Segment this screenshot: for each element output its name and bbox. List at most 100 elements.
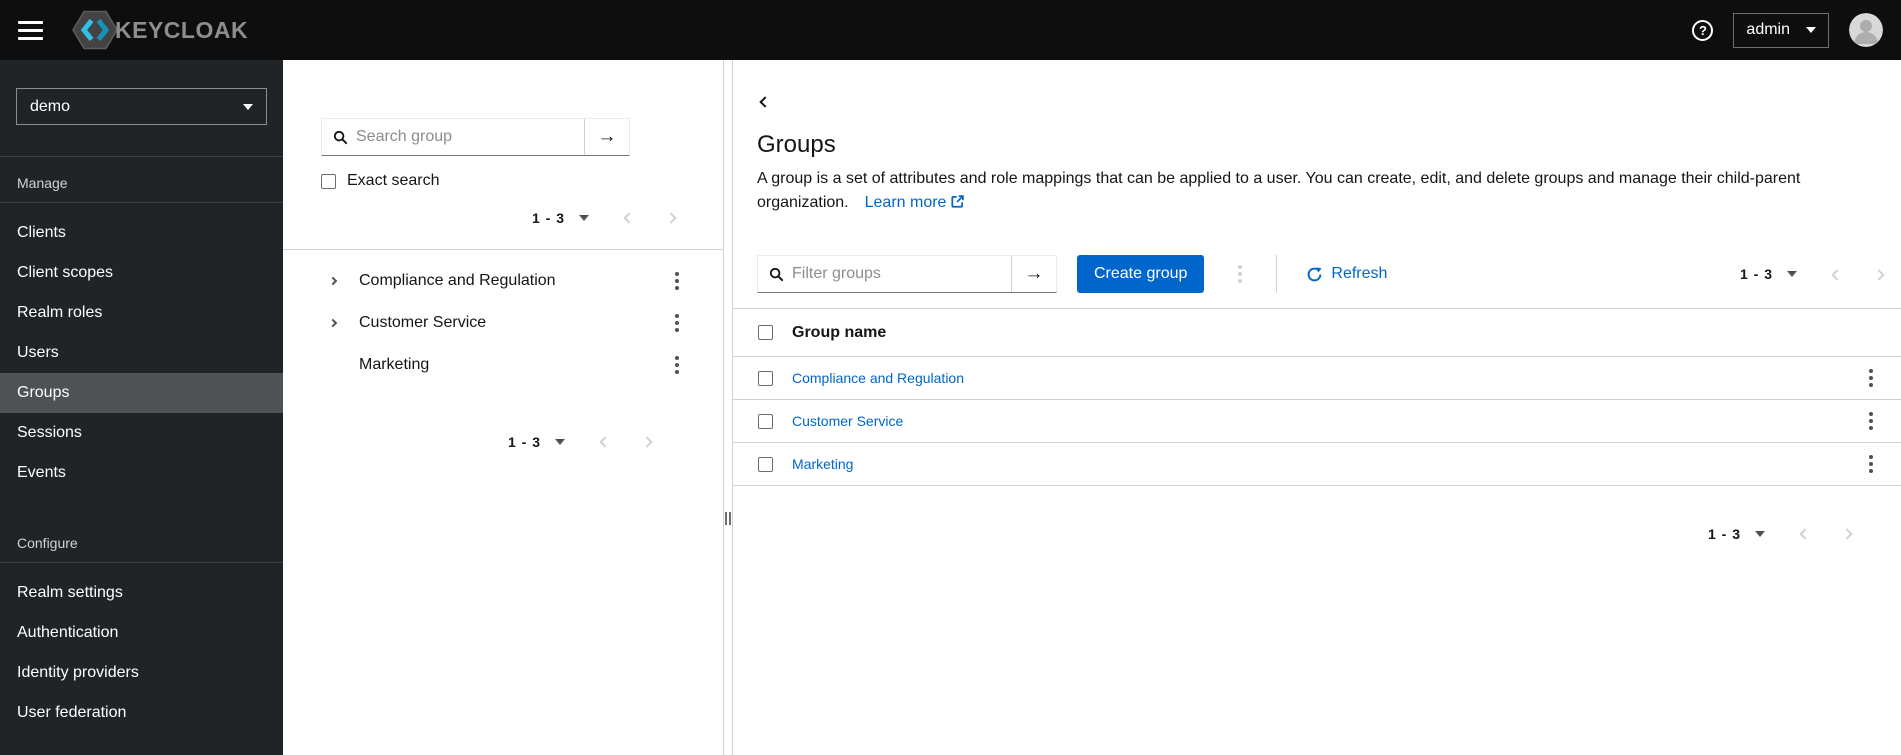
caret-down-icon: [555, 438, 565, 445]
kebab-menu-button[interactable]: [667, 309, 687, 337]
group-link[interactable]: Marketing: [792, 456, 853, 472]
tree-item-label[interactable]: Compliance and Regulation: [359, 272, 556, 290]
keycloak-hexagon-icon: [72, 10, 118, 50]
tree-pagination-top: 1 - 3: [283, 206, 723, 229]
table-row: Compliance and Regulation: [733, 357, 1901, 400]
chevron-right-icon: [641, 436, 653, 448]
tree-item: Marketing: [283, 344, 723, 386]
search-submit-button[interactable]: →: [584, 119, 629, 155]
chevron-left-icon: [759, 96, 771, 108]
caret-down-icon: [1787, 271, 1797, 277]
pagination-range: 1 - 3: [507, 433, 541, 450]
search-icon: [758, 267, 786, 282]
pagination-next-button[interactable]: [663, 206, 679, 229]
tree-item-label[interactable]: Marketing: [359, 356, 429, 374]
table-row: Marketing: [733, 443, 1901, 486]
row-checkbox[interactable]: [758, 370, 773, 386]
create-group-button[interactable]: Create group: [1077, 255, 1205, 293]
sidebar-item-user-federation[interactable]: User federation: [0, 693, 283, 733]
groups-toolbar: → Create group Refresh 1 - 3: [757, 255, 1887, 293]
expand-toggle-button[interactable]: [328, 276, 342, 286]
nav-toggle-button[interactable]: [16, 17, 45, 44]
kebab-menu-button[interactable]: [1861, 450, 1881, 478]
row-checkbox[interactable]: [758, 456, 773, 472]
collapse-tree-button[interactable]: [755, 90, 775, 113]
kebab-menu-button[interactable]: [1861, 364, 1881, 392]
pagination-prev-button[interactable]: [597, 430, 613, 453]
chevron-right-icon: [1873, 268, 1885, 281]
sidebar-item-realm-settings[interactable]: Realm settings: [0, 573, 283, 613]
sidebar-item-groups[interactable]: Groups: [0, 373, 283, 413]
sidebar-item-authentication[interactable]: Authentication: [0, 613, 283, 653]
divider: [1276, 255, 1278, 293]
refresh-label: Refresh: [1331, 265, 1388, 282]
divider: [283, 249, 723, 250]
page-title: Groups: [757, 131, 836, 158]
caret-down-icon: [579, 214, 589, 221]
groups-tree-panel: → Exact search 1 - 3 Compliance an: [283, 60, 723, 755]
kebab-menu-button[interactable]: [667, 267, 687, 295]
pagination-next-button[interactable]: [1871, 263, 1887, 286]
kebab-menu-button[interactable]: [1861, 407, 1881, 435]
table-pagination-bottom: 1 - 3: [733, 522, 1901, 545]
pagination-menu-toggle[interactable]: 1 - 3: [508, 432, 565, 452]
nav-section-configure: Configure Realm settings Authentication …: [0, 517, 283, 733]
user-menu-dropdown[interactable]: admin: [1733, 12, 1829, 48]
filter-groups-input[interactable]: [786, 265, 1011, 283]
arrow-right-icon: →: [597, 126, 617, 147]
sidebar-item-sessions[interactable]: Sessions: [0, 413, 283, 453]
chevron-left-icon: [1831, 268, 1843, 281]
expand-toggle-button[interactable]: [328, 318, 342, 328]
learn-more-link[interactable]: Learn more: [865, 194, 965, 211]
user-menu-label: admin: [1746, 21, 1790, 38]
sidebar-item-events[interactable]: Events: [0, 453, 283, 493]
exact-search-row: Exact search: [321, 172, 723, 190]
sidebar-item-realm-roles[interactable]: Realm roles: [0, 293, 283, 333]
sidebar-item-identity-providers[interactable]: Identity providers: [0, 653, 283, 693]
select-all-checkbox[interactable]: [758, 325, 773, 340]
exact-search-label: Exact search: [347, 172, 440, 189]
pagination-next-button[interactable]: [1839, 522, 1855, 545]
group-link[interactable]: Compliance and Regulation: [792, 370, 964, 386]
chevron-right-icon: [665, 212, 677, 224]
sidebar-item-clients[interactable]: Clients: [0, 213, 283, 253]
kebab-menu-button[interactable]: [667, 351, 687, 379]
exact-search-checkbox[interactable]: [321, 173, 336, 189]
help-icon: ?: [1692, 19, 1714, 41]
avatar[interactable]: [1849, 13, 1883, 47]
nav-section-title: Manage: [17, 175, 68, 191]
chevron-right-icon: [328, 318, 338, 328]
pagination-next-button[interactable]: [639, 430, 655, 453]
chevron-left-icon: [1799, 528, 1811, 540]
filter-submit-button[interactable]: →: [1011, 256, 1056, 292]
help-button[interactable]: ?: [1692, 19, 1714, 41]
nav-section-title: Configure: [17, 535, 78, 551]
pagination-prev-button[interactable]: [1797, 522, 1813, 545]
pagination-menu-toggle[interactable]: 1 - 3: [532, 208, 589, 228]
search-group-input[interactable]: [350, 128, 584, 146]
top-bar: KEYCLOAK ? admin: [0, 0, 1901, 60]
groups-table: Group name Compliance and Regulation Cus…: [733, 308, 1901, 486]
pagination-range: 1 - 3: [1739, 266, 1773, 282]
refresh-button[interactable]: Refresh: [1307, 265, 1387, 283]
group-link[interactable]: Customer Service: [792, 413, 903, 429]
pagination-prev-button[interactable]: [621, 206, 637, 229]
toolbar-kebab-menu[interactable]: [1230, 260, 1250, 288]
panel-resize-handle[interactable]: [723, 60, 733, 755]
table-pagination-top: 1 - 3: [1740, 263, 1887, 286]
realm-selector[interactable]: demo: [16, 88, 267, 125]
tree-item-label[interactable]: Customer Service: [359, 314, 486, 332]
sidebar-item-users[interactable]: Users: [0, 333, 283, 373]
brand-wordmark: KEYCLOAK: [115, 16, 249, 43]
pagination-menu-toggle[interactable]: 1 - 3: [1740, 264, 1797, 284]
chevron-right-icon: [328, 276, 338, 286]
pagination-prev-button[interactable]: [1829, 263, 1845, 286]
pagination-menu-toggle[interactable]: 1 - 3: [1708, 524, 1765, 544]
search-icon: [322, 130, 350, 145]
group-tree: Compliance and Regulation Customer Servi…: [283, 260, 723, 386]
row-checkbox[interactable]: [758, 413, 773, 429]
groups-main-panel: Groups A group is a set of attributes an…: [733, 60, 1901, 755]
sidebar-item-client-scopes[interactable]: Client scopes: [0, 253, 283, 293]
page-description: A group is a set of attributes and role …: [757, 167, 1875, 215]
nav-section-manage: Manage Clients Client scopes Realm roles…: [0, 157, 283, 493]
